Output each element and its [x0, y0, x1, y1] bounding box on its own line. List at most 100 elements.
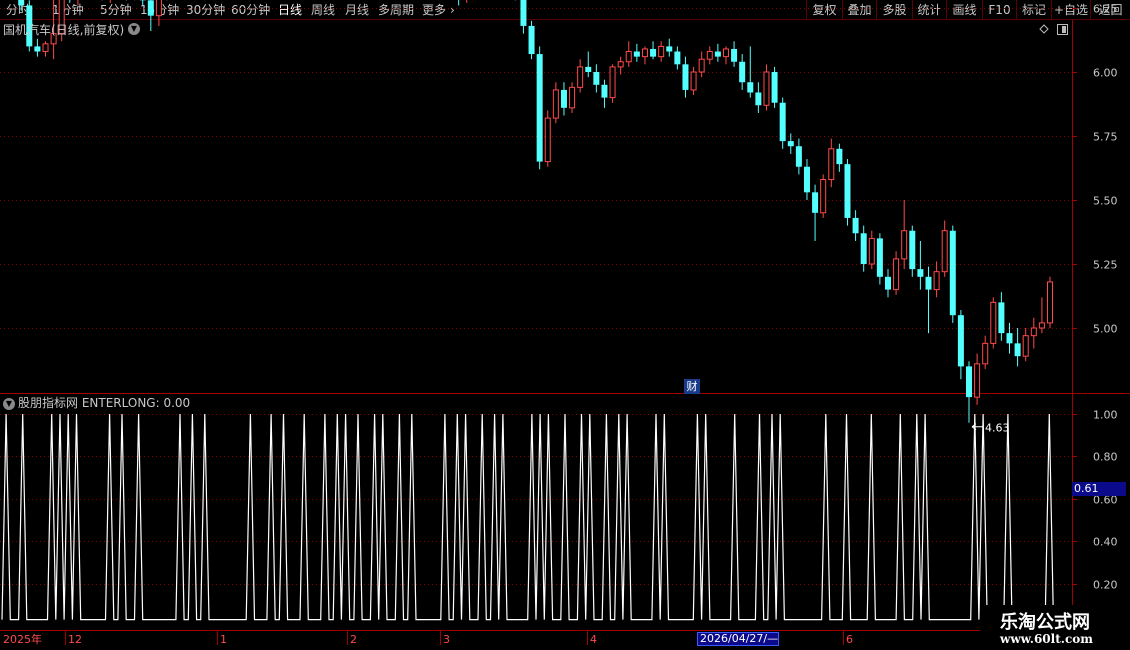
candle-body — [820, 179, 827, 214]
candle-body — [747, 82, 754, 93]
candle — [682, 56, 689, 98]
candle — [933, 261, 940, 298]
candle-body — [957, 315, 964, 367]
candle-body — [552, 89, 559, 119]
candle — [779, 97, 786, 149]
candle — [909, 225, 916, 277]
candle-body — [714, 51, 721, 57]
candle-body — [536, 54, 543, 162]
candle-body — [974, 363, 981, 398]
month-label: 4 — [590, 633, 597, 646]
candle — [520, 0, 527, 34]
candle-body — [560, 89, 567, 108]
candle — [577, 59, 584, 93]
candle-body — [893, 258, 900, 291]
y-tick-label: 0.20 — [1093, 579, 1118, 592]
candle — [528, 20, 535, 60]
candle-body — [625, 51, 632, 63]
month-label: 2 — [350, 633, 357, 646]
candle-body — [698, 58, 705, 73]
low-price-label: 4.63 — [985, 422, 1010, 435]
candle — [658, 41, 665, 62]
candle — [812, 184, 819, 241]
y-tick-label: 6.00 — [1093, 67, 1118, 80]
candle — [860, 225, 867, 272]
y-tick-label: 6.25 — [1093, 3, 1118, 16]
candle — [1014, 328, 1021, 367]
candle-body — [722, 48, 729, 58]
y-tick-label: 0.80 — [1093, 451, 1118, 464]
candle-body — [925, 276, 932, 290]
candle — [893, 251, 900, 295]
candle-body — [690, 71, 697, 91]
candle-body — [682, 64, 689, 90]
candle-body — [520, 0, 527, 26]
candle-body — [609, 66, 616, 99]
candle-body — [528, 25, 535, 55]
cursor-value-label: 0.61 — [1072, 482, 1126, 496]
chevron-down-icon[interactable]: ▼ — [128, 23, 140, 35]
candle — [876, 233, 883, 285]
candle — [458, 0, 460, 6]
candle-body — [795, 146, 802, 167]
y-tick-label: 5.25 — [1093, 259, 1118, 272]
candle-body — [844, 164, 851, 218]
candle — [155, 0, 162, 26]
y-tick-label: 1.00 — [1093, 409, 1118, 422]
candle-body — [1014, 343, 1021, 357]
year-label: 2025年 — [3, 632, 42, 646]
candle — [803, 159, 810, 200]
candle-body — [544, 117, 551, 163]
candle — [714, 43, 721, 62]
candle — [1022, 328, 1029, 362]
candle — [633, 43, 640, 62]
candle — [901, 200, 908, 270]
candle — [941, 220, 948, 277]
candle-body — [901, 230, 908, 260]
watermark-url: www.60lt.com — [1000, 632, 1093, 646]
candle — [601, 79, 608, 108]
y-tick-label: 5.00 — [1093, 323, 1118, 336]
finance-badge[interactable]: 财 — [684, 379, 700, 394]
candle — [771, 66, 778, 108]
candle-body — [982, 342, 989, 365]
stock-title: 国机汽车(日线,前复权) — [3, 23, 125, 37]
candle — [698, 51, 705, 78]
candle-body — [933, 271, 940, 291]
candle — [949, 225, 956, 323]
enterlong-line — [1, 413, 1070, 621]
chart-canvas[interactable]: 5.005.255.505.756.006.256.506.757.000.20… — [0, 0, 1130, 650]
candle — [674, 46, 681, 70]
candle — [466, 0, 468, 3]
candle-body — [633, 51, 640, 57]
candle — [77, 0, 79, 6]
candle — [828, 138, 835, 188]
candle-body — [917, 269, 924, 277]
candle-body — [965, 366, 972, 398]
candle-body — [147, 0, 154, 16]
candle — [852, 210, 859, 241]
candle — [666, 38, 673, 57]
diamond-icon[interactable] — [1039, 24, 1049, 34]
month-label: 6 — [846, 633, 853, 646]
candle — [552, 82, 559, 124]
panel-toggle-icon[interactable] — [1057, 24, 1068, 35]
chevron-down-icon[interactable]: ▼ — [3, 398, 15, 410]
candle-body — [706, 51, 713, 60]
candle-body — [569, 86, 576, 109]
month-label: 12 — [68, 633, 82, 646]
candle-body — [1006, 333, 1013, 344]
candle-body — [860, 233, 867, 264]
candle-body — [1030, 327, 1037, 337]
candle — [884, 269, 891, 298]
candle-body — [641, 48, 648, 58]
candle-body — [1047, 281, 1053, 324]
candle-body — [674, 51, 681, 65]
candle-body — [577, 66, 584, 88]
candle — [763, 64, 770, 111]
watermark-title: 乐淘公式网 — [1000, 612, 1090, 633]
candle-body — [803, 166, 810, 193]
candle — [18, 0, 25, 11]
candle — [617, 56, 624, 75]
candle-body — [868, 237, 875, 265]
